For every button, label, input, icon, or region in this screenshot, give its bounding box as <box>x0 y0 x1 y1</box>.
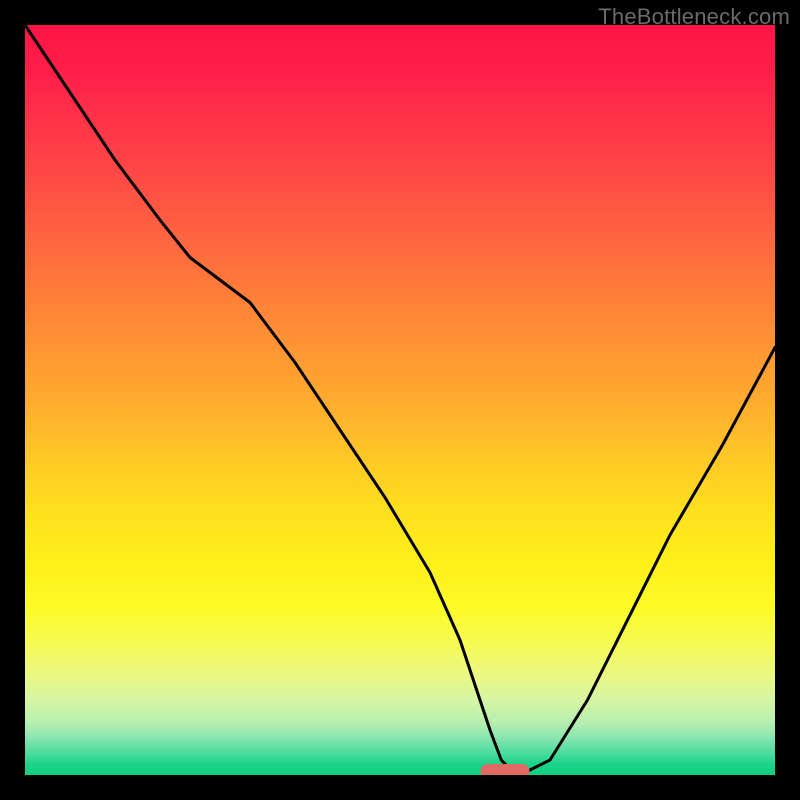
chart-overlay <box>25 25 775 775</box>
watermark-text: TheBottleneck.com <box>598 4 790 30</box>
bottleneck-curve <box>25 25 775 771</box>
optimal-marker <box>481 765 529 776</box>
chart-frame: TheBottleneck.com <box>0 0 800 800</box>
plot-area <box>25 25 775 775</box>
